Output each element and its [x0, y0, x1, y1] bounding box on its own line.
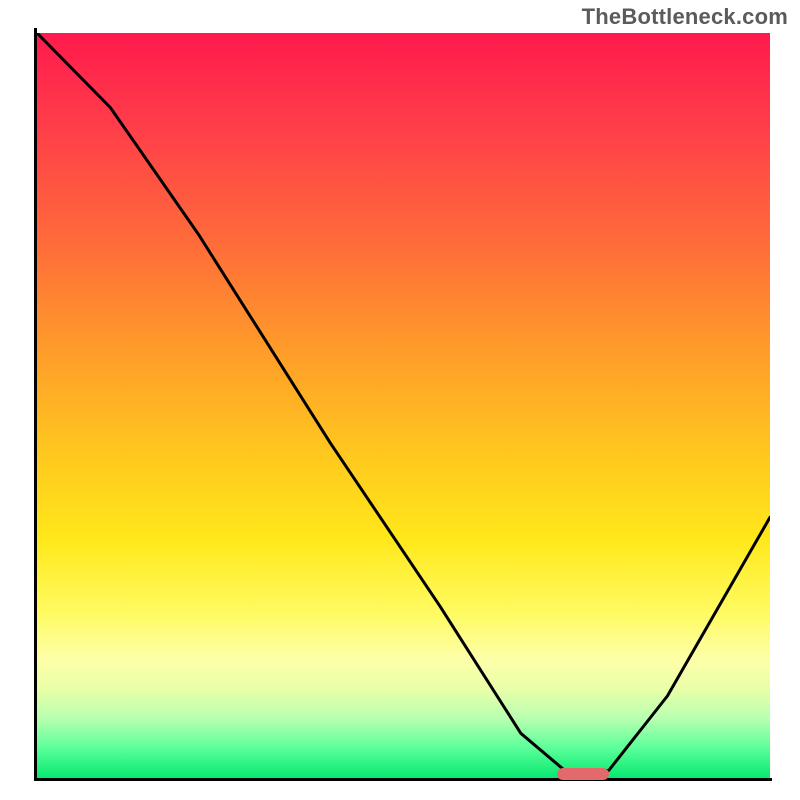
plot-area: [37, 33, 770, 778]
x-axis: [34, 778, 772, 781]
bottleneck-curve: [37, 33, 770, 778]
watermark-text: TheBottleneck.com: [582, 4, 788, 30]
chart-frame: TheBottleneck.com: [0, 0, 800, 800]
optimal-marker: [557, 768, 608, 780]
